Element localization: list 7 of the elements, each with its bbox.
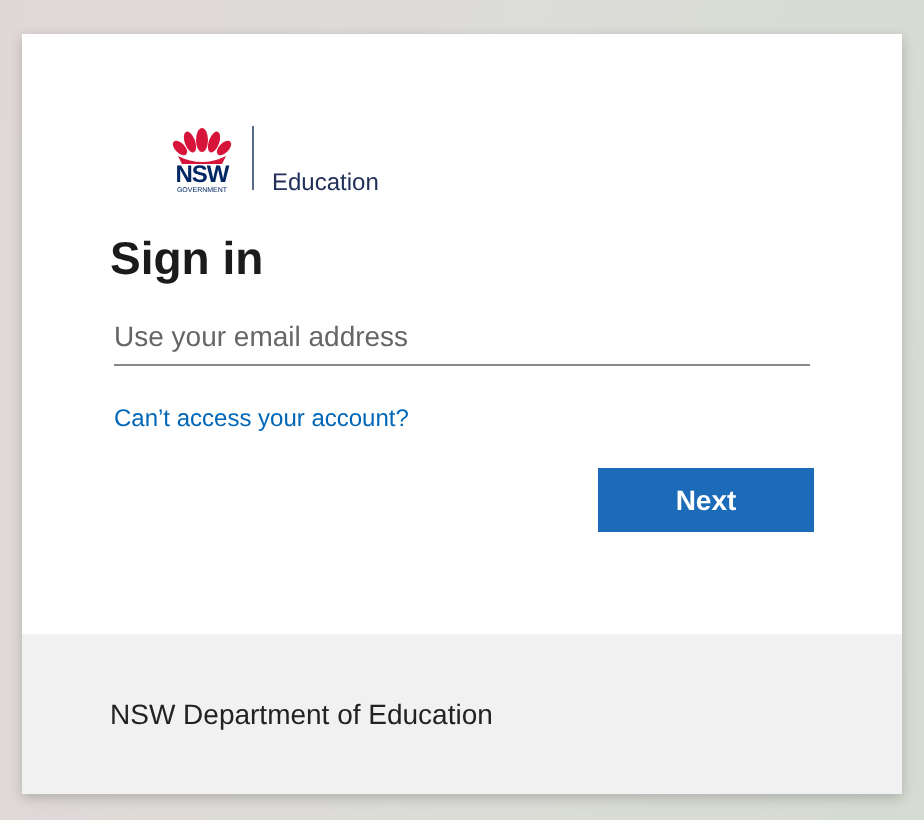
page-title: Sign in xyxy=(110,230,266,286)
next-button[interactable]: Next xyxy=(598,468,814,532)
logo-department: Education xyxy=(272,170,379,194)
help-link[interactable]: Can’t access your account? xyxy=(114,404,409,432)
footer-text: NSW Department of Education xyxy=(110,698,493,730)
logo-wordmark: NSW xyxy=(175,164,229,186)
waratah-flower-icon xyxy=(170,126,234,164)
